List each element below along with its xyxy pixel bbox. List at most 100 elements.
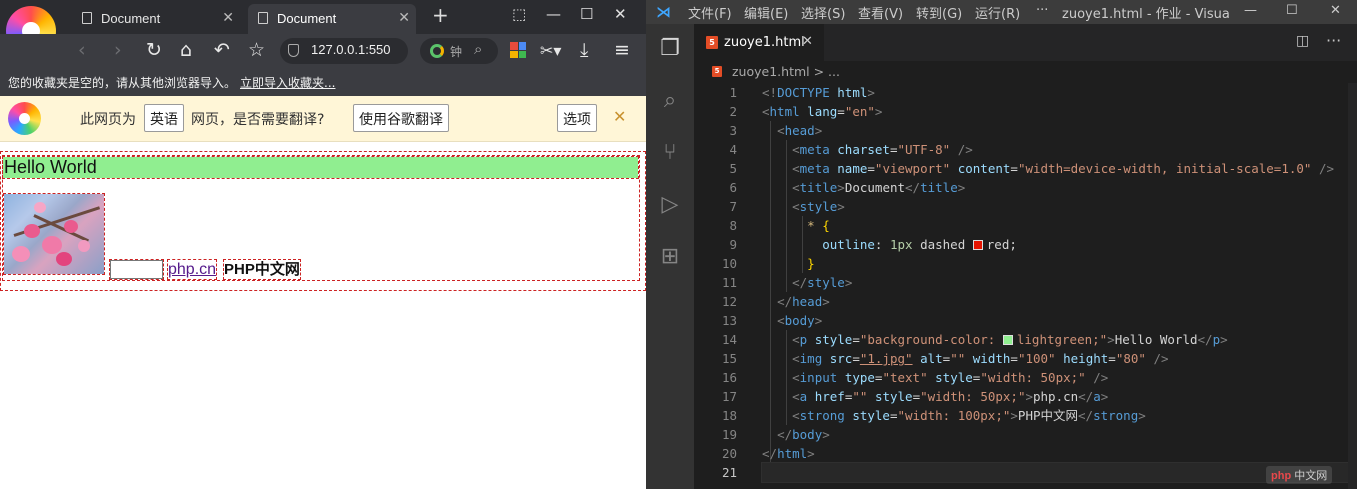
browser-tab-active[interactable]: Document ✕ bbox=[248, 4, 416, 34]
code-line: <a href="" style="width: 50px;">php.cn</… bbox=[792, 389, 1109, 404]
line-number: 12 bbox=[721, 294, 737, 309]
line-number: 7 bbox=[729, 199, 737, 214]
import-bookmarks-link[interactable]: 立即导入收藏夹... bbox=[240, 74, 335, 91]
translate-logo-icon bbox=[8, 102, 41, 135]
red-color-swatch[interactable] bbox=[972, 240, 983, 250]
document-icon bbox=[258, 12, 268, 24]
menu-file[interactable]: 文件(F) bbox=[688, 3, 732, 22]
pin-icon[interactable]: ⬚ bbox=[512, 5, 526, 23]
code-line: } bbox=[807, 256, 815, 271]
browser-tab[interactable]: Document ✕ bbox=[72, 4, 240, 34]
close-tab-icon[interactable]: ✕ bbox=[222, 9, 234, 26]
menu-run[interactable]: 运行(R) bbox=[975, 3, 1020, 22]
editor-tab-label: zuoye1.html bbox=[724, 35, 805, 50]
code-line: <strong style="width: 100px;">PHP中文网</st… bbox=[792, 408, 1146, 423]
browser-window: Document ✕ Document ✕ + ⬚ — ☐ ✕ ‹ › ↻ ⌂ … bbox=[0, 0, 646, 489]
current-line[interactable] bbox=[761, 462, 1349, 483]
source-control-icon[interactable]: ⑂ bbox=[657, 140, 683, 166]
watermark: php 中文网 bbox=[1266, 466, 1333, 484]
new-tab-icon[interactable]: + bbox=[432, 3, 449, 27]
split-editor-icon[interactable]: ◫ bbox=[1296, 33, 1309, 49]
translate-bar: 此网页为 英语 网页，是否需要翻译? 使用谷歌翻译 选项 ✕ bbox=[0, 96, 646, 142]
line-number: 2 bbox=[729, 104, 737, 119]
explorer-icon[interactable]: ❐ bbox=[657, 36, 683, 62]
close-translate-icon[interactable]: ✕ bbox=[613, 107, 626, 126]
menu-edit[interactable]: 编辑(E) bbox=[744, 3, 788, 22]
address-url[interactable]: 127.0.0.1:550 bbox=[311, 42, 403, 57]
line-number: 6 bbox=[729, 180, 737, 195]
text-input[interactable] bbox=[109, 259, 164, 280]
scissors-icon[interactable]: ✂▾ bbox=[540, 41, 561, 60]
search-icon[interactable]: ⌕ bbox=[657, 88, 683, 114]
line-number: 20 bbox=[721, 446, 737, 461]
shield-icon bbox=[288, 44, 299, 57]
editor-tabs: 5 zuoye1.html ✕ ◫ ··· bbox=[694, 24, 1357, 61]
close-window-icon[interactable]: ✕ bbox=[614, 5, 627, 23]
code-line: * { bbox=[807, 218, 830, 233]
menu-view[interactable]: 查看(V) bbox=[858, 3, 903, 22]
undo-close-icon[interactable]: ↶ bbox=[214, 39, 230, 61]
editor-scrollbar[interactable] bbox=[1348, 83, 1357, 489]
activity-bar: ❐ ⌕ ⑂ ▷ ⊞ bbox=[646, 24, 694, 489]
back-icon[interactable]: ‹ bbox=[78, 39, 86, 61]
run-debug-icon[interactable]: ▷ bbox=[657, 192, 683, 218]
maximize-icon[interactable]: ☐ bbox=[1286, 3, 1298, 18]
tab-title: Document bbox=[277, 11, 337, 26]
code-line: <input type="text" style="width: 50px;" … bbox=[792, 370, 1109, 385]
code-line: <img src="1.jpg" alt="" width="100" heig… bbox=[792, 351, 1169, 366]
code-editor[interactable]: 1 2 3 4 5 6 7 8 9 10 11 12 13 14 15 16 1… bbox=[694, 83, 1357, 489]
search-icon[interactable]: ⌕ bbox=[474, 40, 482, 58]
minimize-icon[interactable]: — bbox=[546, 5, 561, 23]
lightgreen-color-swatch[interactable] bbox=[1002, 335, 1013, 345]
maximize-icon[interactable]: ☐ bbox=[580, 5, 593, 23]
star-icon[interactable]: ☆ bbox=[248, 39, 265, 61]
options-button[interactable]: 选项 bbox=[557, 104, 597, 132]
breadcrumb-path[interactable]: zuoye1.html > ... bbox=[732, 64, 840, 79]
line-number: 10 bbox=[721, 256, 737, 271]
line-number: 17 bbox=[721, 389, 737, 404]
close-window-icon[interactable]: ✕ bbox=[1330, 3, 1341, 18]
search-box[interactable]: 钟 ⌕ bbox=[420, 38, 498, 64]
extensions-icon[interactable]: ⊞ bbox=[657, 244, 683, 270]
line-number: 5 bbox=[729, 161, 737, 176]
code-line: </body> bbox=[777, 427, 830, 442]
minimize-icon[interactable]: — bbox=[1244, 3, 1257, 18]
close-tab-icon[interactable]: ✕ bbox=[802, 34, 813, 49]
html5-icon: 5 bbox=[706, 36, 718, 49]
breadcrumb: 5 zuoye1.html > ... bbox=[694, 61, 1357, 83]
code-line: </head> bbox=[777, 294, 830, 309]
html5-icon: 5 bbox=[712, 66, 722, 77]
reload-icon[interactable]: ↻ bbox=[146, 39, 162, 61]
document-icon bbox=[82, 12, 92, 24]
code-line: outline: 1px dashed red; bbox=[822, 237, 1017, 252]
home-icon[interactable]: ⌂ bbox=[180, 39, 192, 61]
line-number: 21 bbox=[721, 465, 737, 480]
php-link[interactable]: php.cn bbox=[166, 259, 218, 280]
close-tab-icon[interactable]: ✕ bbox=[398, 9, 410, 26]
apps-icon[interactable] bbox=[510, 42, 526, 58]
code-line: </style> bbox=[792, 275, 853, 290]
search-engine-icon bbox=[430, 44, 444, 58]
code-line: <p style="background-color: lightgreen;"… bbox=[792, 332, 1228, 347]
more-actions-icon[interactable]: ··· bbox=[1326, 31, 1341, 50]
menu-icon[interactable]: ≡ bbox=[614, 39, 630, 61]
vscode-logo-icon: ⋊ bbox=[656, 3, 671, 21]
line-number: 18 bbox=[721, 408, 737, 423]
code-line: <title>Document</title> bbox=[792, 180, 966, 195]
line-number: 8 bbox=[729, 218, 737, 233]
code-line: <body> bbox=[777, 313, 823, 328]
blossom-photo bbox=[3, 193, 105, 275]
code-line: <!DOCTYPE html> bbox=[762, 85, 875, 100]
menu-more[interactable]: ··· bbox=[1036, 3, 1048, 18]
google-translate-button[interactable]: 使用谷歌翻译 bbox=[353, 104, 449, 132]
search-text: 钟 bbox=[450, 45, 463, 59]
menu-go[interactable]: 转到(G) bbox=[916, 3, 962, 22]
language-button[interactable]: 英语 bbox=[144, 104, 184, 132]
download-icon[interactable]: ⤓ bbox=[580, 39, 588, 61]
code-line: <style> bbox=[792, 199, 845, 214]
editor-tab[interactable]: 5 zuoye1.html ✕ bbox=[694, 24, 824, 61]
forward-icon[interactable]: › bbox=[114, 39, 122, 61]
hello-paragraph: Hello World bbox=[2, 156, 639, 179]
menu-selection[interactable]: 选择(S) bbox=[801, 3, 845, 22]
address-bar[interactable]: 127.0.0.1:550 bbox=[280, 38, 408, 64]
